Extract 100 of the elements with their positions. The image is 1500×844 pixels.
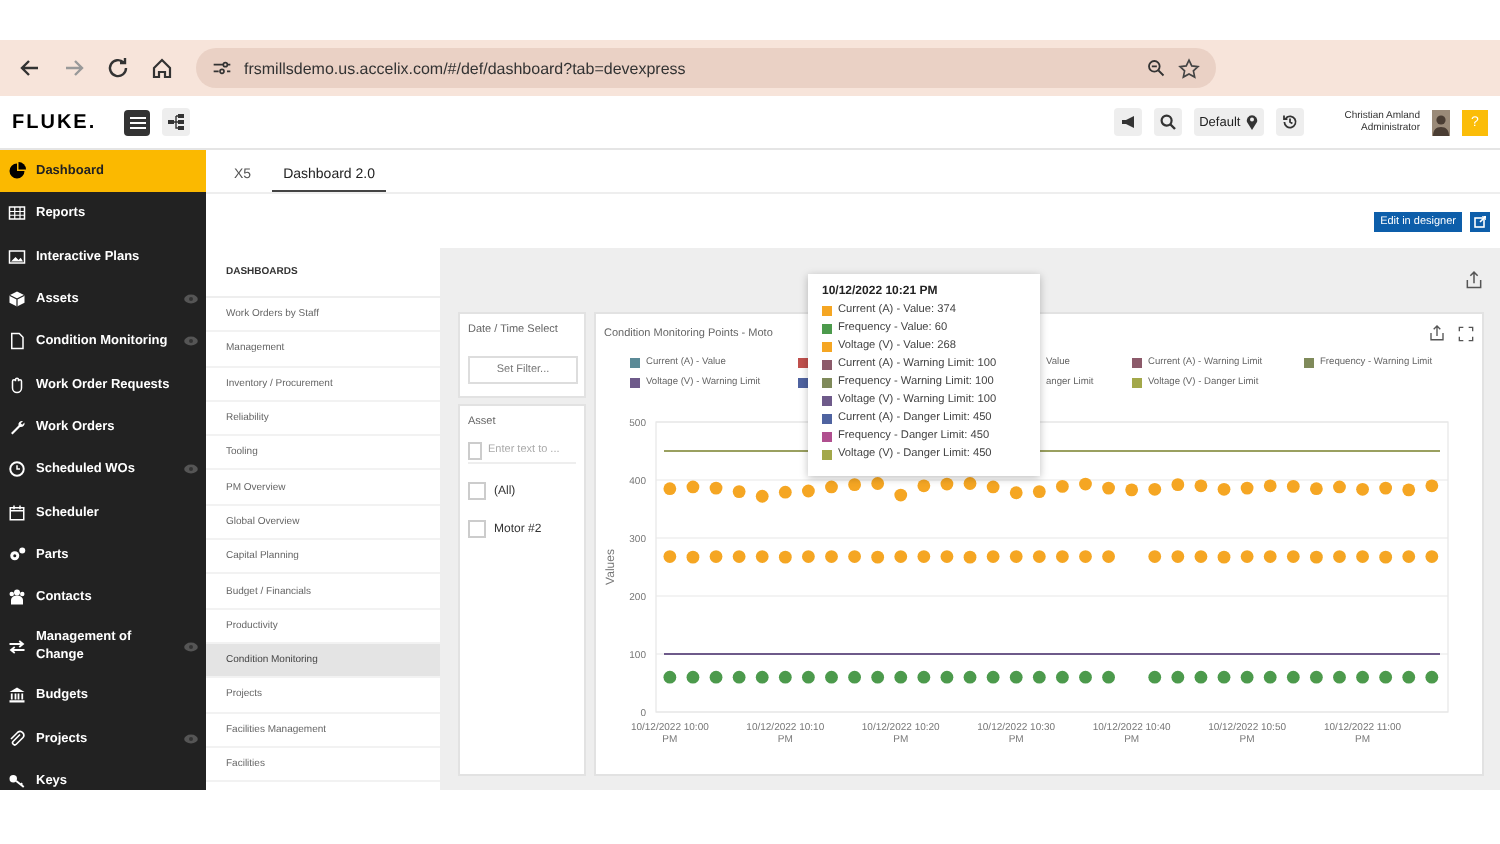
data-point (802, 550, 815, 563)
data-point (1263, 550, 1277, 563)
data-point (940, 477, 954, 491)
data-point (1102, 481, 1115, 495)
checkbox[interactable] (468, 482, 486, 500)
data-point (1356, 550, 1369, 563)
data-point (663, 670, 677, 684)
data-point (1171, 478, 1185, 492)
data-point (709, 670, 723, 684)
data-point (825, 550, 838, 563)
data-point (848, 670, 861, 684)
data-point (1102, 550, 1115, 563)
data-point (1079, 550, 1092, 563)
data-point (1056, 480, 1069, 493)
data-point (732, 550, 746, 563)
data-point (709, 550, 723, 563)
paperclip-icon (8, 729, 26, 748)
data-point (1286, 480, 1300, 493)
data-point (1032, 670, 1046, 684)
bank-icon (8, 686, 26, 705)
image-icon (8, 247, 26, 266)
home-icon (150, 56, 174, 80)
pie-chart-icon (8, 162, 26, 181)
data-point (1425, 479, 1439, 493)
data-point (1217, 550, 1231, 564)
eye-icon[interactable] (184, 464, 198, 475)
data-point (963, 477, 977, 490)
data-point (1240, 481, 1254, 495)
data-point (1286, 550, 1300, 563)
zoom-icon (1146, 58, 1166, 78)
data-point (1263, 670, 1277, 684)
data-point (1217, 482, 1231, 496)
menu-icon (129, 115, 146, 129)
data-point (1402, 483, 1416, 497)
calendar-icon (8, 503, 26, 522)
eye-icon[interactable] (184, 294, 198, 305)
data-point (871, 670, 885, 684)
data-point (1148, 550, 1162, 563)
data-point (1171, 550, 1185, 563)
data-point (1240, 550, 1254, 563)
data-point (1194, 670, 1208, 684)
data-point (986, 670, 1000, 684)
data-point (1402, 670, 1416, 684)
history-button[interactable] (1276, 108, 1305, 136)
data-point (1056, 550, 1069, 563)
avatar[interactable] (1432, 109, 1450, 135)
share-icon (1464, 270, 1484, 290)
data-point (1009, 486, 1023, 500)
data-point (755, 550, 769, 563)
data-point (663, 550, 677, 563)
forward-icon (62, 56, 86, 80)
data-point (1310, 482, 1323, 496)
data-point (1356, 482, 1369, 496)
data-point (1333, 670, 1346, 684)
data-point (917, 550, 931, 563)
data-point (894, 670, 908, 684)
document-icon (8, 332, 26, 351)
table-icon (8, 204, 26, 223)
tree-button[interactable] (162, 108, 191, 136)
checkbox[interactable] (468, 520, 486, 538)
eye-icon[interactable] (184, 733, 198, 744)
open-external-button[interactable] (1470, 211, 1490, 231)
data-point (1379, 550, 1393, 564)
data-point (1333, 550, 1346, 563)
data-point (778, 485, 792, 499)
data-point (732, 485, 746, 498)
data-point (1425, 550, 1439, 563)
clock-icon (8, 460, 26, 479)
data-point (1263, 479, 1277, 493)
address-bar[interactable]: frsmillsdemo.us.accelix.com/#/def/dashboard?tab=devexpress (196, 48, 1216, 88)
menu-button[interactable] (124, 109, 151, 135)
data-point (1009, 550, 1023, 563)
data-point (1286, 670, 1300, 684)
cube-icon (8, 290, 26, 309)
search-button[interactable] (1153, 108, 1182, 136)
data-point (778, 670, 792, 684)
select-all-checkbox[interactable] (468, 441, 482, 459)
data-point (1310, 550, 1323, 564)
data-point (1102, 670, 1115, 684)
data-point (1032, 550, 1046, 563)
people-icon (8, 588, 26, 607)
data-point (871, 477, 885, 490)
eye-icon[interactable] (184, 336, 198, 347)
back-icon (18, 56, 42, 80)
announcement-button[interactable] (1113, 108, 1142, 136)
data-point (663, 482, 677, 496)
data-point (686, 550, 700, 564)
data-point (1148, 482, 1162, 496)
data-point (778, 550, 792, 564)
data-point (825, 480, 838, 494)
hierarchy-icon (168, 114, 185, 130)
data-point (1217, 670, 1231, 684)
data-point (917, 670, 931, 684)
eye-icon[interactable] (184, 641, 198, 652)
data-point (1379, 670, 1393, 684)
data-point (732, 670, 746, 684)
data-point (709, 481, 723, 495)
search-icon (1159, 114, 1176, 130)
data-point (1194, 479, 1208, 493)
data-point (963, 670, 977, 684)
